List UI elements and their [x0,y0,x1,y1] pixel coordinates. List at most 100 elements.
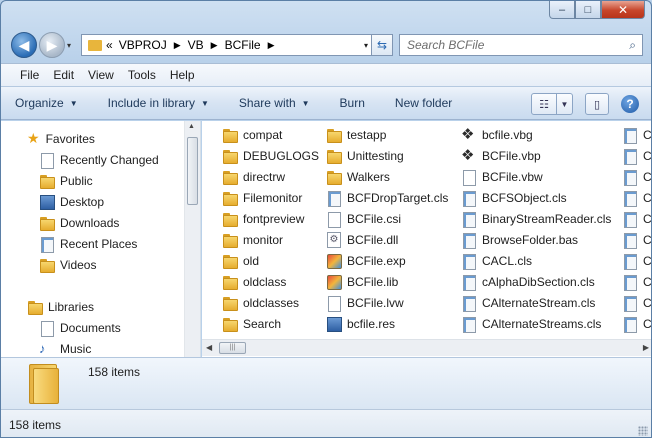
help-button[interactable]: ? [621,95,639,113]
nav-item-label: Recent Places [60,236,138,251]
list-item[interactable]: bcfile.vbg [461,124,533,145]
list-item[interactable]: CAlternateStream.cls [461,292,595,313]
list-item[interactable]: C [622,313,652,334]
horizontal-scrollbar[interactable]: ◀ ||| ▶ [202,339,651,356]
resize-grip-icon[interactable] [638,426,648,436]
scroll-up-icon[interactable]: ▲ [188,123,195,130]
list-item[interactable]: BrowseFolder.bas [461,229,578,250]
nav-downloads[interactable]: Downloads [39,212,119,233]
list-item[interactable]: BCFDropTarget.cls [326,187,448,208]
list-item[interactable]: DEBUGLOGS [222,145,319,166]
nav-videos[interactable]: Videos [39,254,96,275]
breadcrumb-bcfile[interactable]: BCFile [225,38,261,52]
list-item[interactable]: C [622,166,651,187]
nav-recent-places[interactable]: Recent Places [39,233,137,254]
list-item[interactable]: BCFile.lvw [326,292,404,313]
nav-music[interactable]: ♪ Music [39,338,91,357]
list-item[interactable]: CACL.cls [461,250,532,271]
list-item[interactable]: C [622,145,651,166]
refresh-button[interactable]: ⇆ [371,34,393,56]
menu-file[interactable]: File [20,68,39,82]
list-item[interactable]: BCFile.vbw [461,166,543,187]
nav-public[interactable]: Public [39,170,93,191]
nav-documents[interactable]: Documents [39,317,121,338]
menu-edit[interactable]: Edit [53,68,74,82]
nav-favorites[interactable]: ★ Favorites [27,128,95,149]
menu-tools[interactable]: Tools [128,68,156,82]
close-button[interactable]: ✕ [601,1,645,19]
folder-icon [222,169,238,185]
list-item[interactable]: BCFile.dll [326,229,398,250]
address-bar[interactable]: « VBPROJ ▶ VB ▶ BCFile ▶ ▾ ⇆ [81,34,393,56]
file-name: Filemonitor [243,190,303,205]
list-item[interactable]: monitor [222,229,283,250]
folder-icon [326,169,342,185]
list-item[interactable]: cAlphaDibSection.cls [461,271,595,292]
scroll-left-icon[interactable]: ◀ [206,343,212,352]
address-dropdown-icon[interactable]: ▾ [364,41,368,50]
minimize-button[interactable]: – [549,1,575,19]
list-item[interactable]: C [622,292,651,313]
list-item[interactable]: Filemonitor [222,187,302,208]
breadcrumb-vb[interactable]: VB [188,38,204,52]
class-file-icon [622,127,638,144]
scrollbar-thumb[interactable] [187,137,198,205]
navpane-scrollbar[interactable]: ▲ [184,121,200,357]
breadcrumb-vbproj[interactable]: VBPROJ [119,38,167,52]
breadcrumb-overflow[interactable]: « [106,38,113,52]
list-item[interactable]: C [622,124,651,145]
list-item[interactable]: oldclass [222,271,286,292]
organize-button[interactable]: Organize ▼ [15,96,78,110]
scroll-right-icon[interactable]: ▶ [643,343,649,352]
list-item[interactable]: fontpreview [222,208,304,229]
list-item[interactable]: Unittesting [326,145,404,166]
menu-help[interactable]: Help [170,68,195,82]
list-item[interactable]: directrw [222,166,285,187]
preview-pane-button[interactable]: ▯ [585,93,609,115]
list-item[interactable]: oldclasses [222,292,299,313]
share-with-button[interactable]: Share with ▼ [239,96,310,110]
list-item[interactable]: BCFile.csi [326,208,401,229]
list-item[interactable]: BCFile.vbp [461,145,541,166]
details-item-count: 158 items [88,365,141,379]
list-item[interactable]: BCFile.exp [326,250,406,271]
search-icon[interactable]: ⌕ [629,38,636,53]
list-item[interactable]: BCFile.lib [326,271,398,292]
nav-recently-changed[interactable]: Recently Changed [39,149,159,170]
list-item[interactable]: BCFSObject.cls [461,187,567,208]
back-button[interactable]: ◀ [11,32,37,58]
list-item[interactable]: Walkers [326,166,390,187]
list-item[interactable]: BinaryStreamReader.cls [461,208,611,229]
list-item[interactable]: CAlternateStreams.cls [461,313,601,334]
nav-libraries[interactable]: Libraries [27,296,94,317]
list-item[interactable]: compat [222,124,282,145]
search-input[interactable]: Search BCFile ⌕ [399,34,643,56]
menu-view[interactable]: View [88,68,114,82]
explorer-window: – □ ✕ ◀ ▶ ▾ « VBPROJ ▶ VB ▶ BCFile ▶ ▾ ⇆… [0,0,652,438]
burn-button[interactable]: Burn [340,96,365,110]
include-in-library-button[interactable]: Include in library ▼ [108,96,209,110]
file-name: C [643,316,652,331]
list-item[interactable]: C [622,271,651,292]
breadcrumb-separator-icon[interactable]: ▶ [174,40,181,51]
change-view-button[interactable]: ☷ [531,93,557,115]
list-item[interactable]: C [622,208,651,229]
list-item[interactable]: C [622,229,651,250]
list-item[interactable]: C [622,187,651,208]
view-options-dropdown[interactable]: ▼ [557,93,573,115]
nav-desktop[interactable]: Desktop [39,191,104,212]
list-item[interactable]: Search [222,313,281,334]
list-item[interactable]: bcfile.res [326,313,395,334]
forward-button[interactable]: ▶ [39,32,65,58]
breadcrumb-separator-icon[interactable]: ▶ [211,40,218,51]
list-item[interactable]: C [622,250,651,271]
view-icon: ☷ [539,98,549,111]
scrollbar-thumb[interactable]: ||| [219,342,246,354]
maximize-button[interactable]: □ [575,1,601,19]
list-item[interactable]: old [222,250,259,271]
new-folder-button[interactable]: New folder [395,96,452,110]
breadcrumb-separator-icon[interactable]: ▶ [268,40,275,51]
class-file-icon [622,274,638,291]
recent-pages-dropdown-icon[interactable]: ▾ [67,41,71,50]
list-item[interactable]: testapp [326,124,386,145]
